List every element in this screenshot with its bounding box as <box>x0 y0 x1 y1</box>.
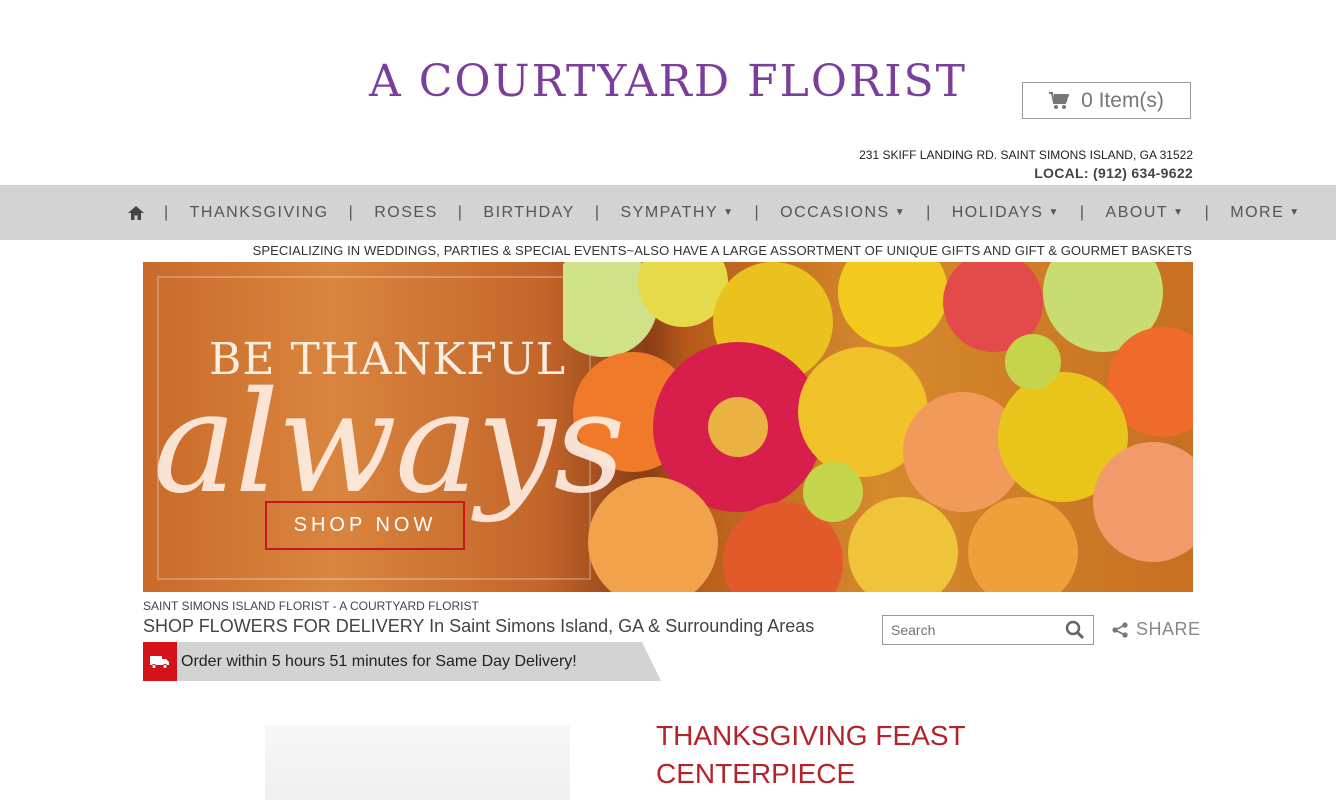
product-image[interactable] <box>265 725 570 800</box>
caret-down-icon: ▼ <box>894 207 907 218</box>
product-title[interactable]: THANKSGIVING FEAST CENTERPIECE <box>656 717 976 793</box>
hero-banner[interactable]: BE THANKFUL always SHOP NOW <box>143 262 1193 592</box>
main-nav: | THANKSGIVING | ROSES | BIRTHDAY | SYMP… <box>0 185 1336 240</box>
nav-label: ROSES <box>374 203 438 221</box>
delivery-banner: Order within 5 hours 51 minutes for Same… <box>143 642 661 681</box>
cart-count-label: 0 Item(s) <box>1081 88 1164 112</box>
flower-bouquet-image <box>563 262 1193 592</box>
nav-label: HOLIDAYS <box>951 203 1044 221</box>
nav-label: ABOUT <box>1105 203 1169 221</box>
nav-more[interactable]: MORE ▼ <box>1230 204 1300 222</box>
nav-thanksgiving[interactable]: THANKSGIVING <box>190 204 329 222</box>
caret-down-icon: ▼ <box>1289 207 1301 218</box>
shopping-cart-icon <box>1049 91 1070 109</box>
home-icon <box>128 205 144 220</box>
nav-label: THANKSGIVING <box>189 203 329 221</box>
cart-button[interactable]: 0 Item(s) <box>1022 82 1191 119</box>
nav-separator: | <box>1079 203 1086 221</box>
search-box <box>882 615 1094 645</box>
delivery-truck-icon <box>150 655 169 669</box>
nav-sympathy[interactable]: SYMPATHY ▼ <box>620 204 734 222</box>
nav-separator: | <box>594 203 601 221</box>
nav-separator: | <box>1204 203 1211 221</box>
nav-separator: | <box>754 203 761 221</box>
nav-about[interactable]: ABOUT ▼ <box>1106 204 1185 222</box>
store-tagline: SPECIALIZING IN WEDDINGS, PARTIES & SPEC… <box>252 243 1192 258</box>
share-icon <box>1112 621 1128 638</box>
caret-down-icon: ▼ <box>723 207 735 218</box>
nav-home[interactable] <box>128 205 144 220</box>
nav-separator: | <box>164 203 170 221</box>
nav-birthday[interactable]: BIRTHDAY <box>483 204 574 222</box>
nav-holidays[interactable]: HOLIDAYS ▼ <box>952 204 1060 222</box>
share-label: SHARE <box>1136 619 1201 639</box>
nav-separator: | <box>926 203 932 221</box>
nav-label: SYMPATHY <box>620 203 719 221</box>
nav-label: OCCASIONS <box>780 203 890 221</box>
nav-separator: | <box>457 203 464 221</box>
shop-now-button[interactable]: SHOP NOW <box>265 501 465 550</box>
nav-occasions[interactable]: OCCASIONS ▼ <box>780 204 906 222</box>
same-day-delivery-text: Order within 5 hours 51 minutes for Same… <box>177 642 661 681</box>
search-input[interactable] <box>883 617 1065 643</box>
nav-roses[interactable]: ROSES <box>374 204 438 222</box>
nav-label: MORE <box>1230 203 1285 221</box>
truck-icon-box <box>143 642 177 681</box>
page-title: SHOP FLOWERS FOR DELIVERY In Saint Simon… <box>143 616 815 636</box>
caret-down-icon: ▼ <box>1173 207 1185 218</box>
share-button[interactable]: SHARE <box>1112 619 1201 640</box>
caret-down-icon: ▼ <box>1048 207 1060 218</box>
store-address: 231 SKIFF LANDING RD. SAINT SIMONS ISLAN… <box>859 148 1193 162</box>
breadcrumb: SAINT SIMONS ISLAND FLORIST - A COURTYAR… <box>143 599 479 613</box>
nav-separator: | <box>348 203 355 221</box>
nav-label: BIRTHDAY <box>483 203 575 221</box>
store-phone[interactable]: LOCAL: (912) 634-9622 <box>1034 165 1193 181</box>
search-icon[interactable] <box>1065 620 1085 640</box>
